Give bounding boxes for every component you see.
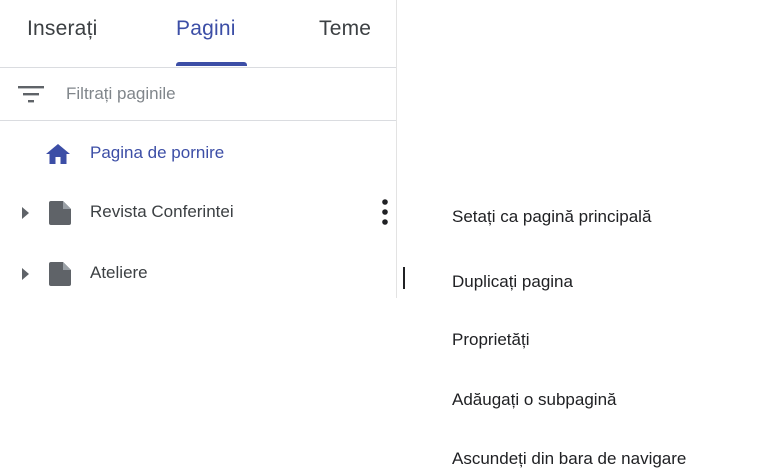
page-item-label: Ateliere: [90, 263, 148, 282]
tab-themes[interactable]: Teme: [319, 17, 371, 41]
menu-item-duplicate[interactable]: Duplicați pagina: [452, 272, 573, 292]
page-item-label: Pagina de pornire: [90, 143, 225, 162]
panel-border: [396, 0, 397, 298]
expand-arrow-icon[interactable]: [20, 267, 30, 281]
filter-row: [0, 68, 396, 120]
more-vert-icon[interactable]: [378, 199, 392, 225]
menu-item-set-home[interactable]: Setați ca pagină principală: [452, 207, 651, 227]
page-icon: [49, 262, 71, 286]
text-cursor: [403, 267, 405, 289]
filter-list-icon[interactable]: [18, 85, 44, 103]
home-icon: [46, 144, 70, 164]
tab-insert[interactable]: Inserați: [27, 17, 97, 41]
page-item-home[interactable]: Pagina de pornire: [0, 130, 396, 178]
pages-panel: Inserați Pagini Teme Pagina de pornire R…: [0, 0, 397, 300]
filter-divider: [0, 120, 396, 121]
tab-pages[interactable]: Pagini: [176, 17, 236, 41]
page-context-menu: Setați ca pagină principală Duplicați pa…: [431, 187, 760, 469]
expand-arrow-icon[interactable]: [20, 206, 30, 220]
page-item-revista[interactable]: Revista Conferintei: [0, 189, 396, 237]
menu-item-properties[interactable]: Proprietăți: [452, 330, 529, 350]
page-item-label: Revista Conferintei: [90, 202, 234, 221]
filter-pages-input[interactable]: [66, 82, 366, 106]
active-tab-indicator: [176, 62, 247, 66]
menu-item-hide-from-nav[interactable]: Ascundeți din bara de navigare: [452, 449, 686, 469]
page-icon: [49, 201, 71, 225]
tab-bar: Inserați Pagini Teme: [0, 0, 396, 66]
menu-item-add-subpage[interactable]: Adăugați o subpagină: [452, 390, 616, 410]
page-item-ateliere[interactable]: Ateliere: [0, 250, 396, 298]
